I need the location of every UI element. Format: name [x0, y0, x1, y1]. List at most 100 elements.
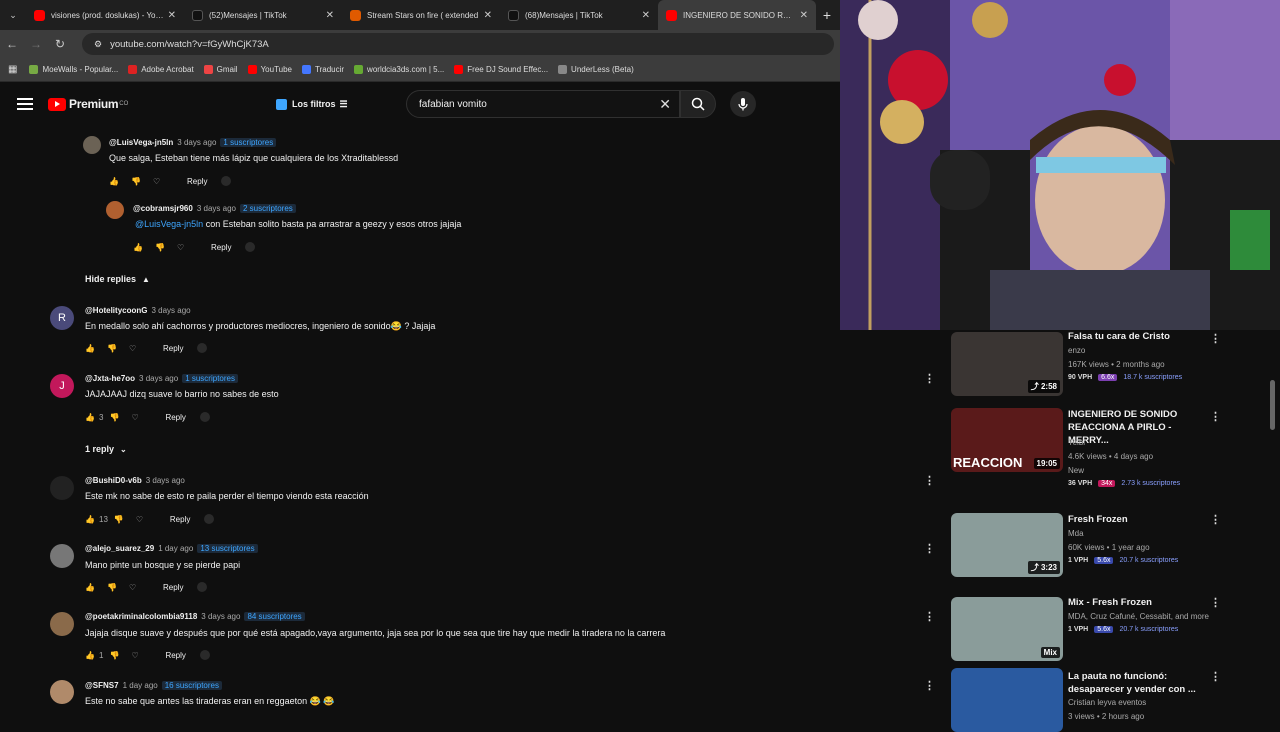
channel-name[interactable]: Cristian leyva eventos [1068, 698, 1146, 707]
channel-name[interactable]: enzo [1068, 346, 1085, 355]
close-tab-icon[interactable]: ✕ [326, 10, 334, 21]
channel-name[interactable]: Yelbi [1068, 438, 1085, 447]
reply-button[interactable]: Reply [165, 651, 185, 660]
more-options-icon[interactable]: ⋮ [924, 542, 935, 555]
bookmark-item[interactable]: Traducir [302, 65, 344, 74]
more-options-icon[interactable]: ⋮ [924, 610, 935, 623]
more-options-icon[interactable]: ⋮ [924, 679, 935, 692]
reply-button[interactable]: Reply [170, 515, 190, 524]
video-thumbnail[interactable]: Mix [951, 597, 1063, 661]
avatar[interactable]: J [50, 374, 74, 398]
comment-date[interactable]: 3 days ago [146, 476, 185, 485]
like-icon[interactable]: 👍 [85, 344, 107, 353]
close-tab-icon[interactable]: ✕ [168, 10, 176, 21]
video-title[interactable]: Falsa tu cara de Cristo [1068, 330, 1208, 343]
options-icon[interactable] [221, 176, 232, 186]
comment-date[interactable]: 1 day ago [158, 544, 193, 553]
more-options-icon[interactable]: ⋮ [1210, 410, 1221, 423]
heart-icon[interactable]: ♡ [129, 583, 151, 592]
options-icon[interactable] [197, 343, 208, 353]
tab-search-icon[interactable]: ⌄ [0, 0, 26, 30]
video-thumbnail[interactable]: ⤴ 3:23 [951, 513, 1063, 577]
apps-icon[interactable]: ▦ [8, 64, 17, 75]
like-icon[interactable]: 👍 [109, 177, 131, 186]
reply-button[interactable]: Reply [211, 243, 231, 252]
more-options-icon[interactable]: ⋮ [1210, 596, 1221, 609]
mention-link[interactable]: @LuisVega-jn5ln [135, 219, 203, 229]
avatar[interactable] [50, 544, 74, 568]
comment-author[interactable]: @SFNS7 [85, 681, 119, 690]
reply-button[interactable]: Reply [165, 413, 185, 422]
dislike-icon[interactable]: 👎 [109, 413, 131, 422]
close-tab-icon[interactable]: ✕ [642, 10, 650, 21]
video-title[interactable]: Mix - Fresh Frozen [1068, 596, 1208, 609]
filters-button[interactable]: Los filtros ☰ [276, 93, 350, 115]
options-icon[interactable] [199, 412, 210, 422]
new-tab-icon[interactable]: + [816, 7, 838, 23]
comment-date[interactable]: 1 day ago [123, 681, 158, 690]
dislike-icon[interactable]: 👎 [155, 243, 177, 252]
browser-tab[interactable]: (52)Mensajes | TikTok ✕ [184, 0, 342, 30]
heart-icon[interactable]: ♡ [131, 651, 153, 660]
dislike-icon[interactable]: 👎 [131, 177, 153, 186]
comment-date[interactable]: 3 days ago [177, 138, 216, 147]
sidebar-scrollbar[interactable] [1270, 380, 1275, 430]
dislike-icon[interactable]: 👎 [109, 651, 131, 660]
like-icon[interactable]: 👍 [85, 583, 107, 592]
more-options-icon[interactable]: ⋮ [1210, 513, 1221, 526]
heart-icon[interactable]: ♡ [153, 177, 175, 186]
like-icon[interactable]: 👍 [85, 651, 107, 660]
more-options-icon[interactable]: ⋮ [1210, 670, 1221, 683]
forward-icon[interactable]: → [24, 37, 48, 51]
comment-date[interactable]: 3 days ago [139, 374, 178, 383]
back-icon[interactable]: ← [0, 37, 24, 51]
avatar[interactable]: R [50, 306, 74, 330]
menu-icon[interactable] [17, 98, 33, 110]
url-field[interactable]: ⚙ youtube.com/watch?v=fGyWhCjK73A [82, 33, 834, 55]
more-options-icon[interactable]: ⋮ [924, 372, 935, 385]
options-icon[interactable] [245, 242, 256, 252]
reload-icon[interactable]: ↻ [48, 37, 72, 51]
dislike-icon[interactable]: 👎 [107, 344, 129, 353]
bookmark-item[interactable]: worldcia3ds.com | 5... [354, 65, 444, 74]
reply-button[interactable]: Reply [163, 344, 183, 353]
video-title[interactable]: La pauta no funcionó: desaparecer y vend… [1068, 670, 1208, 696]
like-icon[interactable]: 👍 [85, 413, 107, 422]
more-options-icon[interactable]: ⋮ [924, 474, 935, 487]
comment-date[interactable]: 3 days ago [151, 306, 190, 315]
dislike-icon[interactable]: 👎 [107, 583, 129, 592]
dislike-icon[interactable]: 👎 [114, 515, 136, 524]
options-icon[interactable] [204, 514, 215, 524]
reply-button[interactable]: Reply [187, 177, 207, 186]
avatar[interactable] [106, 201, 124, 219]
comment-date[interactable]: 3 days ago [197, 204, 236, 213]
comment-author[interactable]: @alejo_suarez_29 [85, 544, 154, 553]
youtube-logo[interactable]: Premium CO [48, 97, 128, 111]
reply-button[interactable]: Reply [163, 583, 183, 592]
heart-icon[interactable]: ♡ [177, 243, 199, 252]
bookmark-item[interactable]: Gmail [203, 65, 238, 74]
avatar[interactable] [50, 612, 74, 636]
bookmark-item[interactable]: MoeWalls - Popular... [29, 65, 118, 74]
browser-tab[interactable]: Stream Stars on fire ( extended ✕ [342, 0, 500, 30]
avatar[interactable] [83, 136, 101, 154]
video-thumbnail[interactable] [951, 668, 1063, 732]
video-title[interactable]: Fresh Frozen [1068, 513, 1208, 526]
heart-icon[interactable]: ♡ [136, 515, 158, 524]
video-title[interactable]: INGENIERO DE SONIDO REACCIONA A PIRLO - … [1068, 408, 1208, 447]
heart-icon[interactable]: ♡ [129, 344, 151, 353]
bookmark-item[interactable]: Adobe Acrobat [128, 65, 194, 74]
comment-author[interactable]: @Jxta-he7oo [85, 374, 135, 383]
options-icon[interactable] [197, 582, 208, 592]
comment-author[interactable]: @HotelitycoonG [85, 306, 147, 315]
comment-date[interactable]: 3 days ago [201, 612, 240, 621]
heart-icon[interactable]: ♡ [131, 413, 153, 422]
close-tab-icon[interactable]: ✕ [800, 10, 808, 21]
bookmark-item[interactable]: YouTube [247, 65, 292, 74]
show-replies-button[interactable]: 1 reply ⌄ [85, 444, 127, 454]
more-options-icon[interactable]: ⋮ [1210, 332, 1221, 345]
bookmark-item[interactable]: UnderLess (Beta) [558, 65, 634, 74]
comment-author[interactable]: @BushiD0-v6b [85, 476, 142, 485]
search-input[interactable]: fafabian vomito ✕ [406, 90, 680, 118]
close-tab-icon[interactable]: ✕ [484, 10, 492, 21]
